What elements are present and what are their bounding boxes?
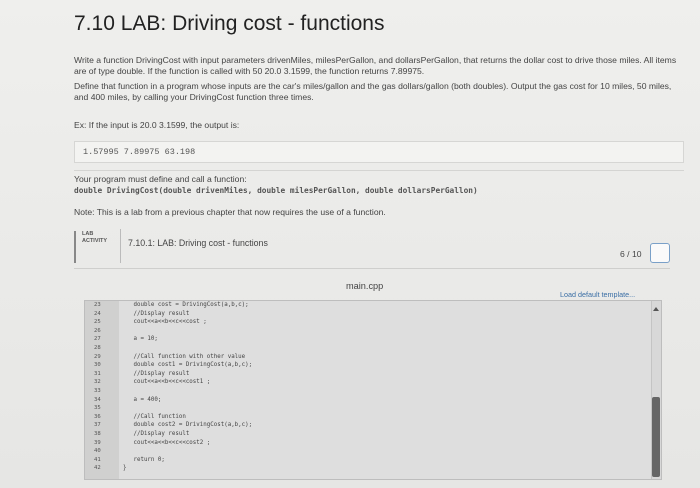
code-line[interactable]: //Call function with other value — [123, 354, 245, 360]
lab-page: 7.10 LAB: Driving cost - functions Write… — [0, 0, 700, 488]
line-number: 40 — [94, 448, 101, 455]
example-intro: Ex: If the input is 20.0 3.1599, the out… — [74, 120, 240, 130]
code-line[interactable]: double cost1 = DrivingCost(a,b,c); — [123, 362, 252, 368]
line-number: 26 — [94, 327, 101, 334]
code-line[interactable]: cout<<a<<b<<c<<cost2 ; — [123, 440, 210, 446]
scroll-up-arrow-icon[interactable] — [653, 307, 659, 311]
must-define-text: Your program must define and call a func… — [74, 174, 247, 184]
line-number: 38 — [94, 431, 101, 437]
code-line[interactable]: //Display result — [123, 371, 189, 377]
code-line[interactable]: a = 10; — [123, 336, 157, 342]
code-line[interactable]: double cost2 = DrivingCost(a,b,c); — [123, 422, 252, 428]
line-number: 32 — [94, 379, 101, 386]
lab-activity-title: 7.10.1: LAB: Driving cost - functions — [128, 238, 268, 248]
score-indicator-box — [650, 243, 670, 263]
code-line[interactable]: double cost = DrivingCost(a,b,c); — [123, 302, 248, 308]
badge-lab-label: LAB — [82, 231, 94, 237]
load-default-template-link[interactable]: Load default template... — [560, 290, 635, 299]
note-text: Note: This is a lab from a previous chap… — [74, 207, 386, 217]
line-number: 36 — [94, 413, 101, 420]
code-line[interactable]: cout<<a<<b<<c<<cost ; — [123, 319, 206, 325]
code-editor[interactable]: 23 24 25 26 27 28 29 30 31 32 33 34 35 36 37 38 39 40 41 42… — [84, 300, 662, 480]
editor-filename: main.cpp — [346, 281, 384, 291]
line-number: 33 — [94, 388, 101, 394]
line-number: 24 — [94, 310, 101, 317]
score-text: 6 / 10 — [620, 249, 642, 259]
code-area[interactable]: double cost = DrivingCost(a,b,c); //Disp… — [119, 301, 651, 479]
lab-activity-bar: LAB ACTIVITY 7.10.1: LAB: Driving cost -… — [74, 227, 674, 267]
line-number: 37 — [94, 422, 101, 429]
editor-scrollbar[interactable] — [651, 301, 661, 479]
editor-divider — [74, 268, 670, 269]
code-line[interactable]: //Call function — [123, 414, 185, 420]
line-number: 28 — [94, 345, 101, 351]
scrollbar-thumb[interactable] — [652, 397, 660, 477]
line-number-gutter: 23 24 25 26 27 28 29 30 31 32 33 34 35 36 37 38 39 40 41 42 — [85, 301, 119, 479]
example-output-box: 1.57995 7.89975 63.198 — [74, 141, 684, 163]
line-number: 35 — [94, 405, 101, 412]
badge-activity-label: ACTIVITY — [82, 238, 108, 244]
lab-activity-badge: LAB ACTIVITY — [74, 229, 121, 263]
line-number: 30 — [94, 362, 101, 369]
line-number: 31 — [94, 370, 101, 377]
divider — [74, 170, 684, 171]
line-number: 23 — [94, 302, 101, 308]
code-line[interactable]: //Display result — [123, 431, 189, 437]
code-line[interactable]: a = 400; — [123, 397, 161, 403]
line-number: 34 — [94, 396, 101, 403]
badge-separator — [120, 229, 121, 263]
line-number: 29 — [94, 353, 101, 360]
line-number: 41 — [94, 456, 101, 463]
code-line[interactable]: return 0; — [123, 457, 164, 463]
description-paragraph-1: Write a function DrivingCost with input … — [74, 55, 677, 76]
line-number: 25 — [94, 319, 101, 326]
function-signature: double DrivingCost(double drivenMiles, d… — [74, 186, 478, 195]
page-title: 7.10 LAB: Driving cost - functions — [74, 12, 385, 35]
code-line[interactable]: } — [123, 465, 127, 471]
code-line[interactable]: cout<<a<<b<<c<<cost1 ; — [123, 379, 210, 385]
line-number: 39 — [94, 439, 101, 446]
code-line[interactable]: //Display result — [123, 311, 189, 317]
description-paragraph-2: Define that function in a program whose … — [74, 81, 672, 102]
line-number: 42 — [94, 465, 101, 472]
line-number: 27 — [94, 336, 101, 343]
